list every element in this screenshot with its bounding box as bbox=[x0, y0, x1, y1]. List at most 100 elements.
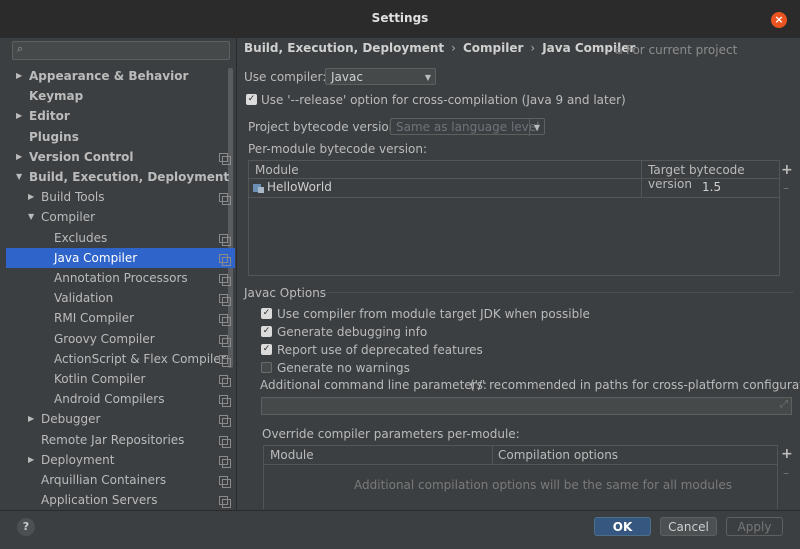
sidebar-item[interactable]: Application Servers bbox=[6, 490, 235, 510]
chevron-down-icon: ▼ bbox=[528, 119, 540, 136]
sidebar-item-label: Groovy Compiler bbox=[54, 332, 155, 346]
sidebar-item[interactable]: Annotation Processors bbox=[6, 268, 235, 288]
sidebar-item[interactable]: Android Compilers bbox=[6, 389, 235, 409]
option-checkbox[interactable]: ✓ bbox=[261, 344, 272, 355]
search-input[interactable]: ⌕ bbox=[12, 41, 230, 60]
sidebar-item[interactable]: ▶ Appearance & Behavior bbox=[6, 66, 235, 86]
chevron-right-icon[interactable]: ▶ bbox=[16, 147, 22, 167]
sidebar-item-label: Debugger bbox=[41, 412, 101, 426]
option-label: Use compiler from module target JDK when… bbox=[277, 307, 590, 321]
use-compiler-value: Javac bbox=[331, 70, 363, 84]
chevron-down-icon[interactable]: ▼ bbox=[28, 207, 34, 227]
sidebar-item[interactable]: ▼ Compiler bbox=[6, 207, 235, 227]
sidebar-item-label: Version Control bbox=[29, 150, 134, 164]
sidebar-item[interactable]: ActionScript & Flex Compiler bbox=[6, 349, 235, 369]
remove-override-icon[interactable]: – bbox=[783, 466, 789, 480]
cancel-button[interactable]: Cancel bbox=[660, 517, 717, 536]
sidebar-item[interactable]: Keymap bbox=[6, 86, 235, 106]
sidebar-item-label: Arquillian Containers bbox=[41, 473, 167, 487]
cmdline-input[interactable]: ⤢ bbox=[261, 397, 792, 415]
row-divider bbox=[249, 197, 779, 198]
table-row[interactable]: HelloWorld 1.5 bbox=[249, 179, 779, 197]
option-checkbox[interactable]: ✓ bbox=[261, 308, 272, 319]
column-header-module[interactable]: Module bbox=[255, 163, 299, 177]
sidebar-item[interactable]: Kotlin Compiler bbox=[6, 369, 235, 389]
help-button[interactable]: ? bbox=[17, 518, 35, 536]
module-name: HelloWorld bbox=[267, 180, 332, 194]
sidebar-item[interactable]: Remote Jar Repositories bbox=[6, 430, 235, 450]
project-scope-icon bbox=[219, 476, 231, 488]
close-icon[interactable]: × bbox=[771, 12, 787, 28]
option-label: Generate no warnings bbox=[277, 361, 410, 375]
module-icon bbox=[253, 184, 264, 193]
sidebar-item-label: Validation bbox=[54, 291, 114, 305]
per-module-label: Per-module bytecode version: bbox=[248, 142, 428, 156]
module-target-version[interactable]: 1.5 bbox=[702, 180, 721, 194]
sidebar-item-label: Compiler bbox=[41, 210, 96, 224]
chevron-right-icon[interactable]: ▶ bbox=[28, 409, 34, 429]
sidebar-item[interactable]: Java Compiler bbox=[6, 248, 235, 268]
use-compiler-select[interactable]: Javac ▼ bbox=[325, 68, 436, 85]
cmdline-hint: ('/' recommended in paths for cross-plat… bbox=[470, 378, 800, 392]
sidebar-item-label: Editor bbox=[29, 109, 70, 123]
chevron-down-icon[interactable]: ▼ bbox=[16, 167, 22, 187]
expand-icon[interactable]: ⤢ bbox=[780, 399, 788, 410]
add-row-icon[interactable]: + bbox=[781, 162, 793, 178]
sidebar-item-label: Build Tools bbox=[41, 190, 105, 204]
project-scope-icon bbox=[219, 294, 231, 306]
sidebar-item[interactable]: ▶ Debugger bbox=[6, 409, 235, 429]
project-bytecode-select[interactable]: Same as language level ▼ bbox=[390, 118, 545, 136]
chevron-right-icon[interactable]: ▶ bbox=[16, 66, 22, 86]
sidebar-item[interactable]: ▶ Editor bbox=[6, 106, 235, 126]
sidebar-item[interactable]: RMI Compiler bbox=[6, 308, 235, 328]
breadcrumb-separator: › bbox=[530, 41, 536, 55]
project-scope-icon bbox=[219, 395, 231, 407]
sidebar-item[interactable]: Groovy Compiler bbox=[6, 329, 235, 349]
override-label: Override compiler parameters per-module: bbox=[262, 427, 520, 441]
ok-button[interactable]: OK bbox=[594, 517, 651, 536]
sidebar-item[interactable]: ▼ Build, Execution, Deployment bbox=[6, 167, 235, 187]
sidebar-item[interactable]: Validation bbox=[6, 288, 235, 308]
sidebar-item[interactable]: Excludes bbox=[6, 228, 235, 248]
chevron-right-icon[interactable]: ▶ bbox=[16, 106, 22, 126]
add-override-icon[interactable]: + bbox=[781, 446, 793, 462]
override-table: Module Compilation options Additional co… bbox=[263, 445, 778, 509]
sidebar-item-label: Android Compilers bbox=[54, 392, 165, 406]
scope-text: For current project bbox=[625, 43, 738, 57]
project-scope-icon bbox=[219, 254, 231, 266]
sidebar-item-label: Appearance & Behavior bbox=[29, 69, 189, 83]
apply-button[interactable]: Apply bbox=[726, 517, 783, 536]
option-checkbox[interactable]: ✓ bbox=[261, 326, 272, 337]
sidebar-item[interactable]: ▶ Deployment bbox=[6, 450, 235, 470]
sidebar-item[interactable]: Arquillian Containers bbox=[6, 470, 235, 490]
sidebar-item-label: Deployment bbox=[41, 453, 115, 467]
sidebar-item-label: Kotlin Compiler bbox=[54, 372, 146, 386]
title-bar: Settings × bbox=[0, 0, 800, 38]
cmdline-label: Additional command line parameters: bbox=[260, 378, 487, 392]
table-header-divider bbox=[264, 464, 777, 465]
sidebar-item[interactable]: ▶ Version Control bbox=[6, 147, 235, 167]
section-divider bbox=[324, 292, 794, 293]
chevron-right-icon[interactable]: ▶ bbox=[28, 450, 34, 470]
option-label: Generate debugging info bbox=[277, 325, 428, 339]
option-checkbox[interactable] bbox=[261, 362, 272, 373]
project-scope-icon: ⧉ bbox=[615, 46, 623, 57]
sidebar-item-label: Plugins bbox=[29, 130, 79, 144]
project-scope-icon bbox=[219, 335, 231, 347]
project-scope-icon bbox=[219, 314, 231, 326]
release-option-checkbox[interactable]: ✓ bbox=[246, 94, 257, 105]
module-bytecode-table: Module Target bytecode version HelloWorl… bbox=[248, 160, 780, 276]
sidebar-item-label: Keymap bbox=[29, 89, 84, 103]
sidebar-item[interactable]: ▶ Build Tools bbox=[6, 187, 235, 207]
column-header-compilation-options[interactable]: Compilation options bbox=[498, 448, 618, 462]
remove-row-icon[interactable]: – bbox=[783, 181, 789, 195]
chevron-down-icon: ▼ bbox=[424, 73, 431, 82]
sidebar-item[interactable]: Plugins bbox=[6, 127, 235, 147]
column-header-module[interactable]: Module bbox=[270, 448, 314, 462]
project-scope-icon bbox=[219, 234, 231, 246]
chevron-right-icon[interactable]: ▶ bbox=[28, 187, 34, 207]
sidebar-item-label: RMI Compiler bbox=[54, 311, 135, 325]
breadcrumb-separator: › bbox=[451, 41, 456, 55]
breadcrumb: Build, Execution, Deployment › Compiler › Ja… bbox=[244, 41, 635, 55]
project-scope-icon bbox=[219, 355, 231, 367]
